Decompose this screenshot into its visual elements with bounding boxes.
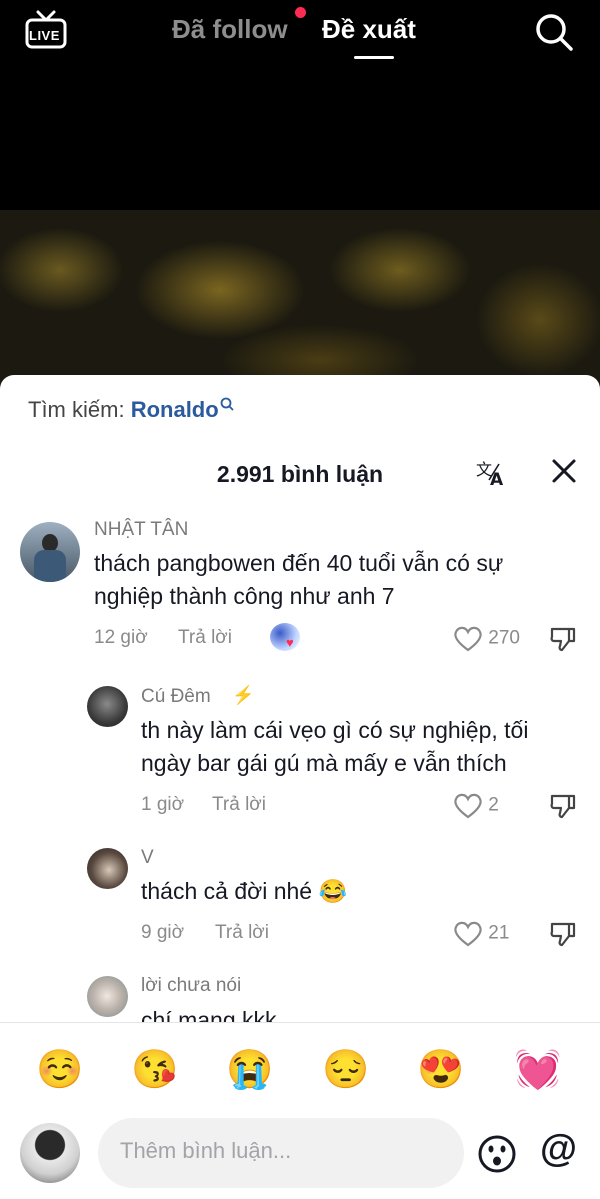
like-button[interactable]: 21 [453, 920, 509, 947]
reply-button[interactable]: Trả lời [212, 794, 266, 816]
search-prefix: Tìm kiếm: [28, 397, 125, 422]
dislike-button[interactable] [549, 792, 577, 820]
active-tab-indicator [354, 56, 394, 59]
dislike-button[interactable] [549, 625, 577, 653]
tab-following[interactable]: Đã follow [172, 14, 288, 45]
comment-input[interactable]: Thêm bình luận... [98, 1118, 464, 1188]
comment-text: nghiệp thành công như anh 7 [94, 583, 395, 609]
emoji-cry-button[interactable]: 😭 [226, 1045, 273, 1095]
search-term[interactable]: Ronaldo [131, 397, 219, 422]
tab-suggested[interactable]: Đề xuất [322, 14, 416, 45]
comment-author[interactable]: V [141, 847, 154, 869]
comment-input-placeholder: Thêm bình luận... [120, 1138, 292, 1163]
search-suggestion[interactable]: Tìm kiếm: Ronaldo [28, 397, 234, 423]
emoji-picker-button[interactable] [477, 1134, 517, 1174]
close-icon [552, 459, 576, 483]
emoji-smile-button[interactable]: ☺️ [36, 1045, 83, 1095]
notification-dot [295, 7, 306, 18]
small-search-icon [220, 397, 234, 411]
search-button[interactable] [534, 12, 574, 52]
comment-time: 1 giờ [141, 794, 185, 815]
lightning-badge-icon: ⚡ [232, 685, 255, 705]
avatar[interactable] [20, 522, 80, 582]
comment-author[interactable]: lời chưa nói [141, 975, 241, 997]
like-button[interactable]: 270 [453, 625, 520, 652]
dislike-icon [550, 627, 576, 652]
comment-author[interactable]: Cú Đêm [141, 686, 211, 708]
like-count: 2 [488, 794, 499, 816]
comment-text: ngày bar gái gú mà mấy e vẫn thích [141, 750, 507, 776]
like-button[interactable]: 2 [453, 792, 499, 819]
emoji-kiss-button[interactable]: 😘 [131, 1045, 178, 1095]
avatar[interactable] [87, 686, 128, 727]
composer-area: ☺️ 😘 😭 😔 😍 💓 Thêm bình luận... @ [0, 1022, 600, 1199]
reply-button[interactable]: Trả lời [178, 627, 232, 649]
comment-author[interactable]: NHẬT TÂN [94, 519, 188, 541]
translate-button[interactable]: 文 A [475, 458, 509, 490]
comment-time: 12 giờ [94, 627, 148, 648]
translate-icon: 文 A [476, 460, 504, 490]
live-button[interactable]: LIVE [24, 10, 68, 50]
comment-text: th này làm cái vẹo gì có sự nghiệp, tối [141, 717, 529, 743]
reply-button[interactable]: Trả lời [215, 922, 269, 944]
dislike-button[interactable] [549, 920, 577, 948]
emoji-pensive-button[interactable]: 😔 [322, 1045, 369, 1095]
heart-icon: ♥ [286, 635, 294, 650]
video-frame[interactable] [0, 210, 600, 390]
comment-text: thách cả đời nhé 😂 [141, 878, 348, 904]
dislike-icon [550, 922, 576, 947]
surprised-face-icon [478, 1135, 516, 1173]
comments-sheet: Tìm kiếm: Ronaldo 2.991 bình luận 文 A NH… [0, 375, 600, 1199]
avatar[interactable] [87, 976, 128, 1017]
close-button[interactable] [550, 457, 578, 485]
svg-text:A: A [490, 470, 504, 488]
like-count: 21 [488, 922, 510, 944]
dislike-icon [550, 794, 576, 819]
my-avatar[interactable] [20, 1123, 80, 1183]
heart-outline-icon [454, 921, 482, 947]
like-count: 270 [488, 627, 520, 649]
mention-at-icon[interactable]: @ [540, 1128, 577, 1171]
comment-composer: Thêm bình luận... @ [0, 1118, 600, 1190]
heart-outline-icon [454, 793, 482, 819]
search-icon [536, 14, 573, 51]
comment-count: 2.991 bình luận [216, 461, 384, 487]
avatar[interactable] [87, 848, 128, 889]
live-label: LIVE [29, 28, 60, 43]
comment-text: thách pangbowen đến 40 tuổi vẫn có sự [94, 550, 504, 576]
emoji-heart-button[interactable]: 💓 [514, 1045, 561, 1095]
emoji-heart-eyes-button[interactable]: 😍 [417, 1045, 464, 1095]
heart-outline-icon [454, 626, 482, 652]
comment-time: 9 giờ [141, 922, 185, 943]
creator-liked-avatar: ♥ [270, 623, 300, 651]
top-nav: LIVE Đã follow Đề xuất [0, 0, 600, 70]
